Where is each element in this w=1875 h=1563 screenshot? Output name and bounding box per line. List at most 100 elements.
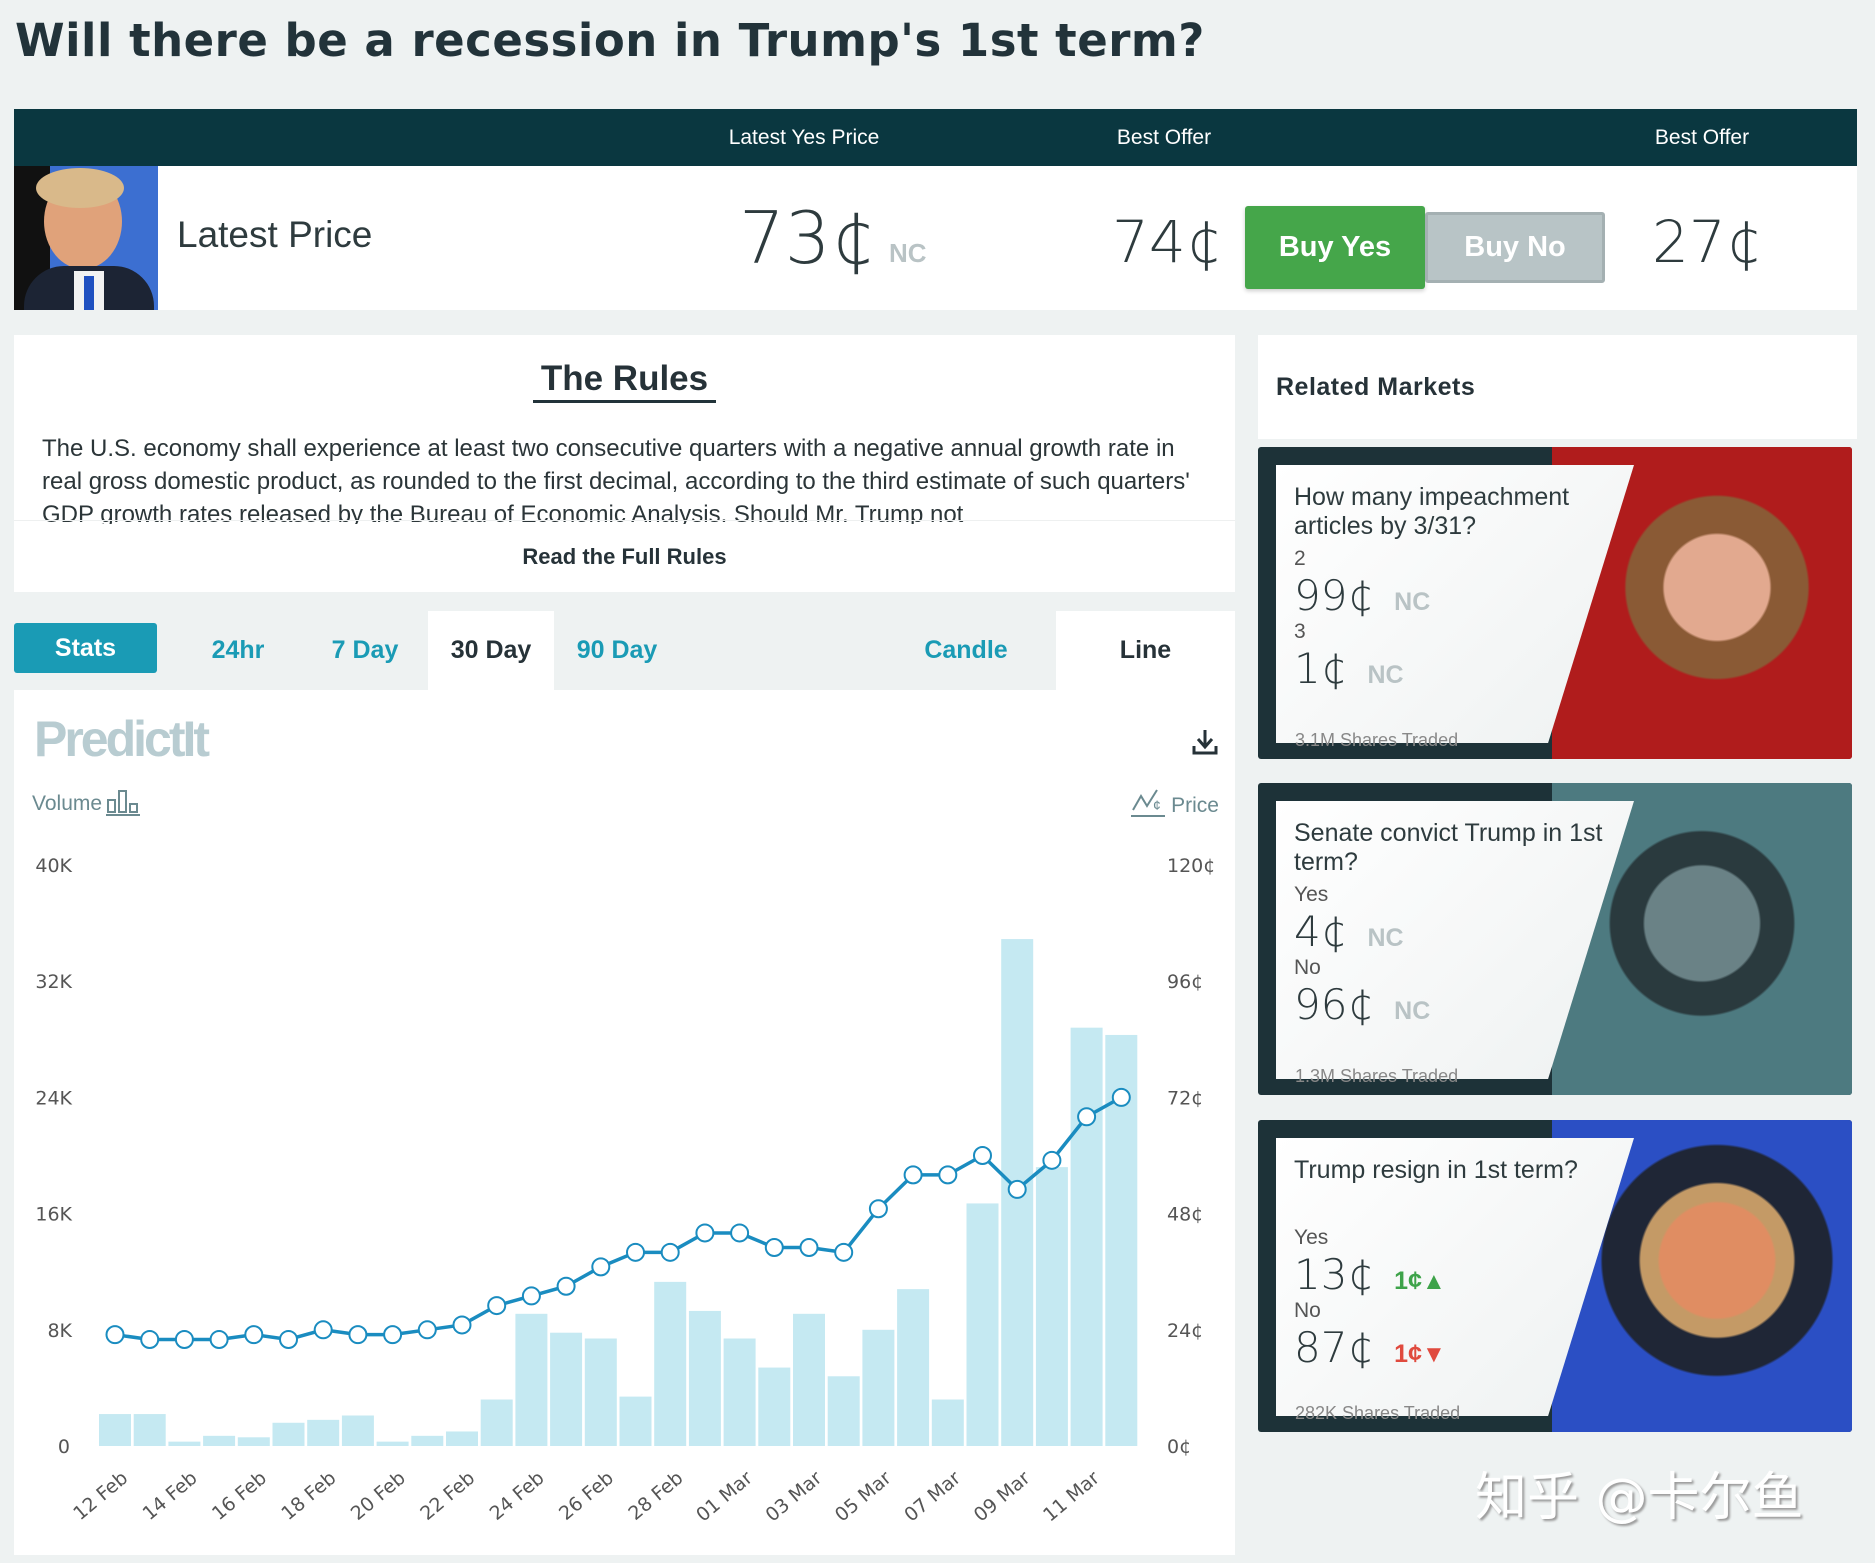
price-point [383,1325,403,1345]
price-point [868,1199,888,1219]
price-point [105,1325,125,1345]
tab-24hr[interactable]: 24hr [190,611,286,690]
related-markets-header: Related Markets [1258,335,1857,439]
market-question[interactable]: Senate convict Trump in 1st term? [1294,819,1614,877]
market-question[interactable]: Trump resign in 1st term? [1294,1156,1614,1214]
x-axis-tick: 12 Feb [69,1467,132,1525]
volume-bar [688,1310,721,1446]
price-point [556,1276,576,1296]
arrow-up-icon: ▲ [1421,1267,1446,1295]
tab-candle[interactable]: Candle [900,611,1032,690]
volume-bar [793,1313,825,1446]
latest-price-value: 73¢ [739,196,877,280]
price-point [244,1325,264,1345]
left-axis-tick: 24K [35,1087,72,1109]
outcome-label: Yes [1294,883,1329,906]
read-full-rules-link[interactable]: Read the Full Rules [14,520,1235,592]
related-market-card[interactable]: Senate convict Trump in 1st term? Yes 4¢… [1258,783,1852,1095]
price-point [487,1296,507,1316]
volume-bar [203,1435,236,1446]
volume-bar [307,1419,340,1446]
market-image [14,166,158,310]
price-point [764,1237,784,1257]
rules-card: The Rules The U.S. economy shall experie… [14,335,1235,592]
outcome-price: 13¢ [1294,1250,1375,1299]
shares-traded: 3.1M Shares Traded [1295,730,1459,750]
volume-bar [133,1414,166,1446]
x-axis-tick: 24 Feb [486,1467,549,1525]
outcome-price: 99¢ [1294,571,1375,620]
price-point [730,1223,750,1243]
latest-price-label: Latest Price [177,214,373,255]
volume-bar [827,1376,860,1446]
volume-price-chart: 08K16K24K32K40K0¢24¢48¢72¢96¢120¢12 Feb 1… [35,855,1215,1526]
chart-card: PredictIt Volume ¢ Price 0 8K 16K 24K 32K 40K… [14,690,1235,1555]
price-point [695,1223,715,1243]
price-point [521,1286,541,1306]
price-point [626,1242,645,1262]
price-point [174,1329,194,1349]
related-market-card[interactable]: Trump resign in 1st term? Yes 13¢ 1¢▲ No … [1258,1120,1852,1432]
x-axis-tick: 26 Feb [555,1467,618,1525]
volume-bar [723,1338,756,1446]
left-axis-tick: 0 [58,1436,70,1458]
volume-bar [550,1332,583,1446]
outcome-price: 96¢ [1294,980,1375,1029]
x-axis-tick: 03 Mar [761,1467,826,1526]
volume-bar [272,1422,305,1446]
change: NC [1367,924,1404,952]
rules-text: The U.S. economy shall experience at lea… [42,435,1190,524]
price-point [209,1329,229,1349]
price-point [1077,1107,1097,1127]
rules-title: The Rules [532,359,717,403]
volume-bar [862,1329,895,1446]
x-axis-tick: 18 Feb [277,1467,340,1525]
price-point [313,1320,333,1340]
volume-bar [411,1435,444,1446]
volume-bar [931,1399,964,1446]
right-axis-tick: 120¢ [1167,855,1215,877]
price-point [660,1242,680,1262]
price-point [903,1165,923,1185]
buy-no-button[interactable]: Buy No [1425,212,1605,283]
price-point [279,1329,298,1349]
x-axis-tick: 14 Feb [139,1467,202,1525]
left-axis-tick: 16K [35,1204,72,1226]
watermark: 知乎 @卡尔鱼 [1475,1468,1804,1528]
market-question[interactable]: How many impeachment articles by 3/31? [1294,483,1614,541]
price-point [834,1242,854,1262]
tab-7-day[interactable]: 7 Day [315,611,415,690]
best-offer-yes-header: Best Offer [1116,126,1212,149]
price-point [1111,1087,1131,1107]
price-point [417,1320,437,1340]
best-offer-no-value: 27¢ [1652,208,1763,276]
volume-bar [758,1367,791,1446]
price-point [799,1237,819,1257]
x-axis-tick: 05 Mar [831,1467,896,1526]
volume-bar [376,1441,409,1446]
volume-bar [654,1281,687,1446]
change: NC [1394,588,1431,616]
price-point [1042,1150,1062,1170]
tab-line[interactable]: Line [1056,611,1235,690]
shares-traded: 1.3M Shares Traded [1295,1066,1459,1086]
related-market-card[interactable]: How many impeachment articles by 3/31? 2… [1258,447,1852,759]
best-offer-yes-value: 74¢ [1112,208,1223,276]
right-axis-tick: 24¢ [1167,1320,1203,1342]
x-axis-tick: 07 Mar [900,1467,965,1526]
tab-stats[interactable]: Stats [14,623,157,673]
outcome-price: 87¢ [1294,1323,1375,1372]
volume-bar [966,1203,999,1446]
latest-yes-price-header: Latest Yes Price [728,126,880,149]
left-axis-tick: 8K [47,1320,72,1342]
x-axis-tick: 11 Mar [1039,1467,1104,1526]
buy-yes-button[interactable]: Buy Yes [1245,206,1425,289]
price-point [591,1257,611,1277]
tab-30-day[interactable]: 30 Day [428,611,554,690]
right-axis-tick: 48¢ [1167,1204,1203,1226]
volume-bar [480,1399,513,1446]
outcome-label: Yes [1294,1226,1329,1249]
page-title: Will there be a recession in Trump's 1st… [15,14,1205,67]
tab-90-day[interactable]: 90 Day [567,611,667,690]
shares-traded: 282K Shares Traded [1295,1403,1461,1423]
